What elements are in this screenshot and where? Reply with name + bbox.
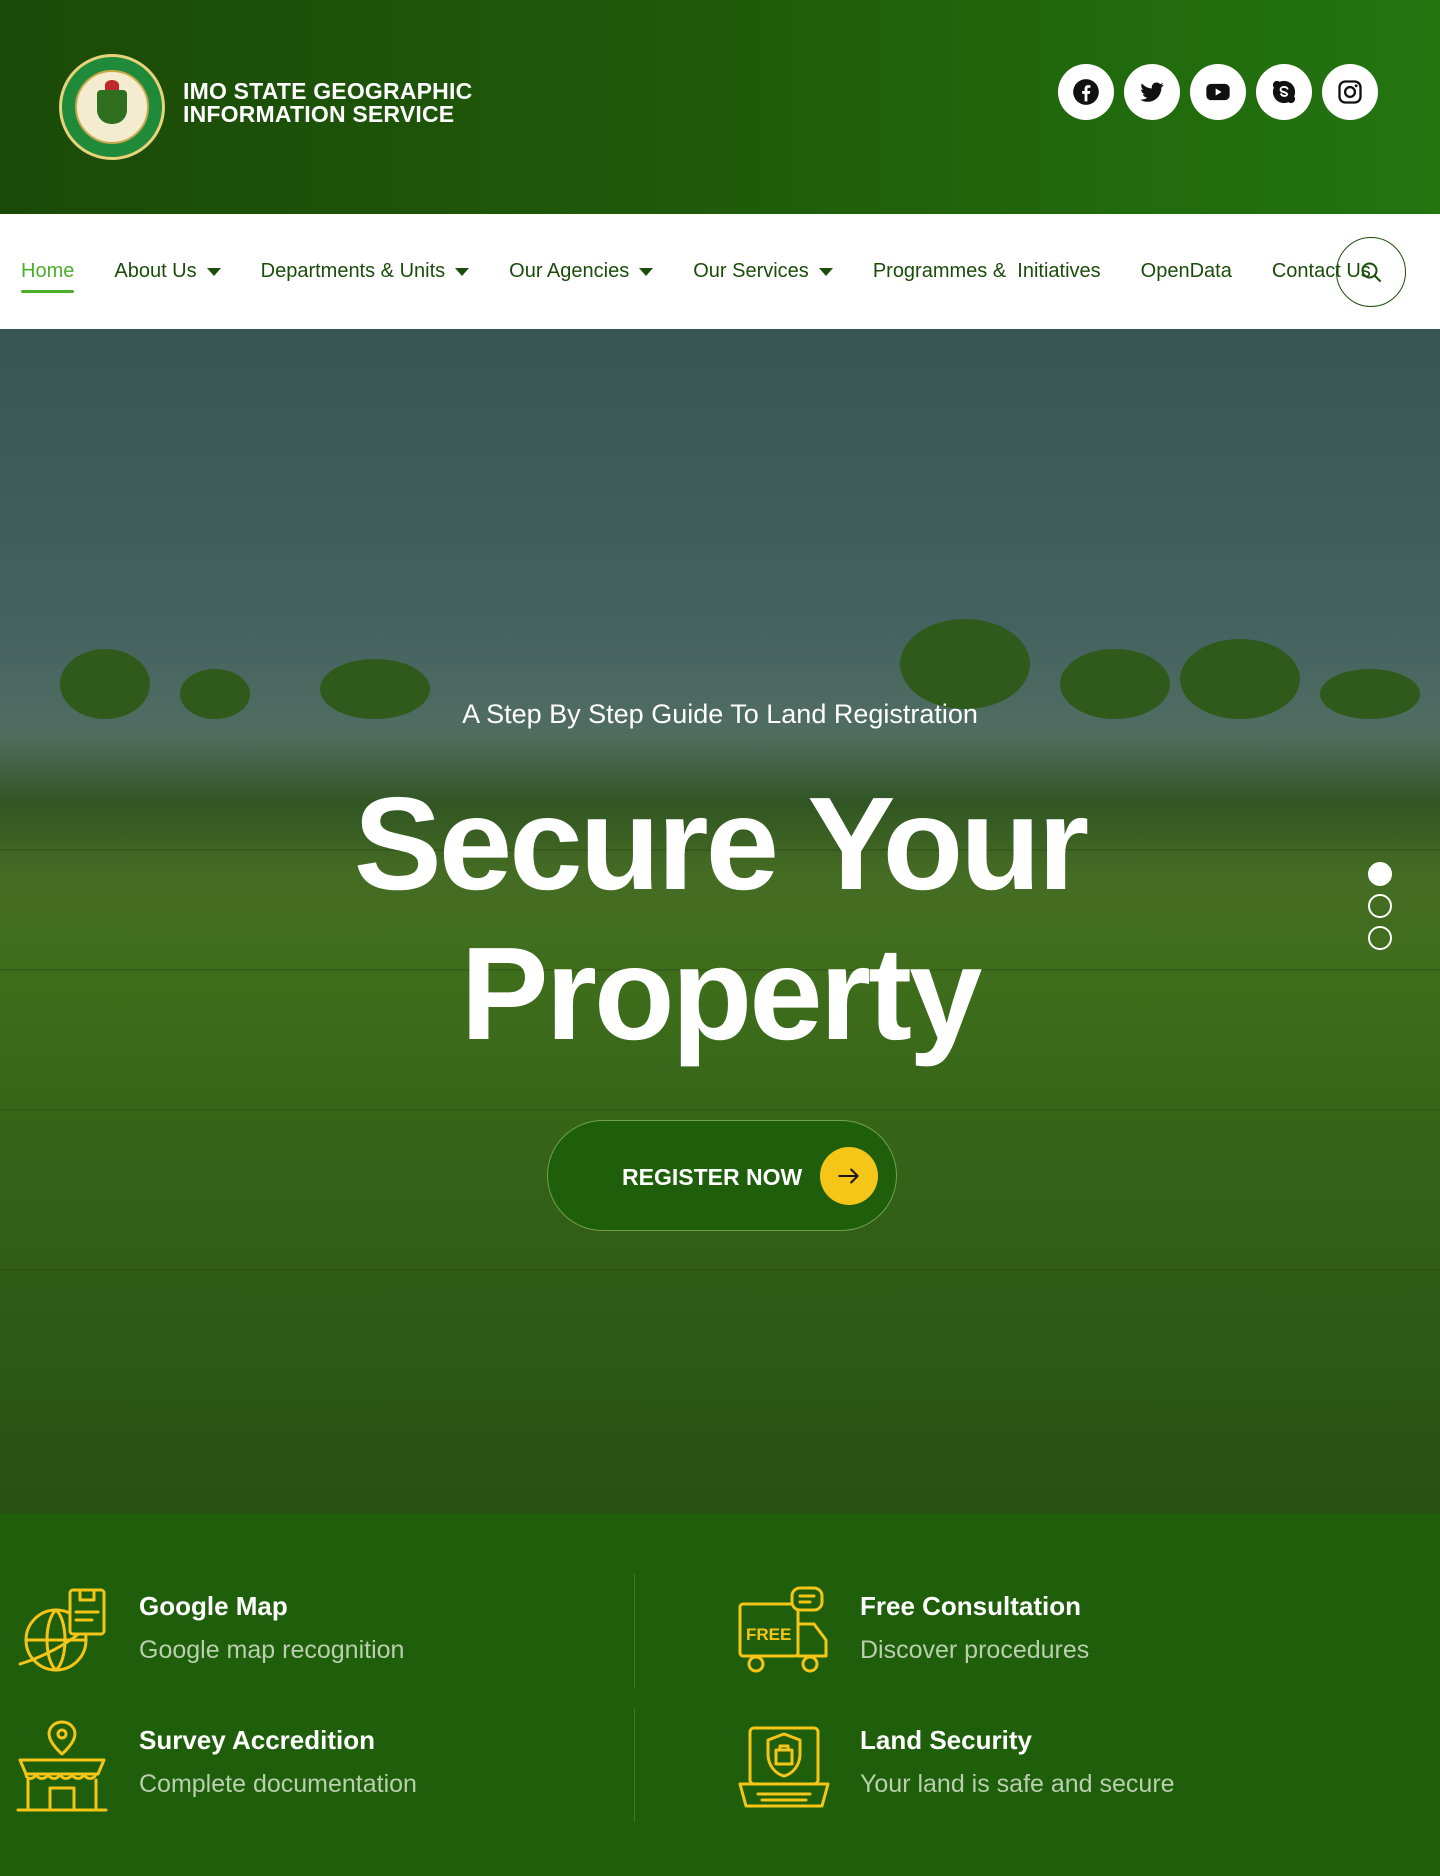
register-now-label: REGISTER NOW bbox=[622, 1164, 803, 1190]
feature-description: Google map recognition bbox=[139, 1636, 405, 1664]
search-icon bbox=[1361, 262, 1381, 282]
feature-title: Survey Accredition bbox=[139, 1725, 376, 1755]
caret-down-icon bbox=[639, 267, 654, 276]
free-truck-icon: FREE bbox=[738, 1586, 828, 1673]
slider-pagination bbox=[1368, 862, 1392, 958]
slide-dot-1[interactable] bbox=[1368, 862, 1392, 886]
site-title-line2: INFORMATION SERVICE bbox=[183, 101, 455, 127]
site-header: IMO STATE GEOGRAPHIC INFORMATION SERVICE bbox=[0, 0, 1440, 214]
hero-title-line2: Property bbox=[460, 920, 983, 1067]
facebook-icon[interactable] bbox=[1058, 64, 1114, 120]
nav-services-label: Our Services bbox=[693, 260, 809, 282]
nav-our-agencies[interactable]: Our Agencies bbox=[509, 260, 654, 283]
hero-title: Secure Your Property bbox=[0, 769, 1440, 1069]
laptop-shield-icon bbox=[738, 1726, 830, 1808]
register-now-button[interactable]: REGISTER NOW bbox=[547, 1120, 897, 1231]
nav-home-label: Home bbox=[21, 260, 75, 282]
nav-opendata-label: OpenData bbox=[1140, 260, 1232, 282]
search-button[interactable] bbox=[1336, 237, 1406, 307]
twitter-icon[interactable] bbox=[1124, 64, 1180, 120]
feature-title: Free Consultation bbox=[860, 1591, 1082, 1621]
tree-decoration bbox=[900, 619, 1030, 709]
nav-opendata[interactable]: OpenData bbox=[1141, 260, 1232, 283]
feature-divider bbox=[634, 1574, 635, 1688]
nav-about-us-label: About Us bbox=[114, 260, 197, 282]
nav-agencies-label: Our Agencies bbox=[509, 260, 630, 282]
hero-title-line1: Secure Your bbox=[353, 770, 1089, 917]
nav-about-us[interactable]: About Us bbox=[114, 260, 221, 283]
svg-text:FREE: FREE bbox=[746, 1625, 791, 1644]
nav-programmes-initiatives[interactable]: Programmes & Initiatives bbox=[873, 260, 1101, 283]
site-title-line1: IMO STATE GEOGRAPHIC bbox=[183, 78, 473, 104]
nav-departments-label: Departments & Units bbox=[260, 260, 446, 282]
nav-departments-units[interactable]: Departments & Units bbox=[261, 260, 470, 283]
nav-programmes-label: Programmes & Initiatives bbox=[872, 260, 1101, 282]
feature-title: Land Security bbox=[860, 1725, 1032, 1755]
youtube-icon[interactable] bbox=[1190, 64, 1246, 120]
field-row-decoration bbox=[0, 1109, 1440, 1111]
feature-description: Your land is safe and secure bbox=[860, 1770, 1175, 1798]
store-location-icon bbox=[16, 1720, 108, 1812]
globe-map-icon bbox=[18, 1588, 106, 1672]
nav-our-services[interactable]: Our Services bbox=[693, 260, 833, 283]
social-links bbox=[1058, 64, 1378, 120]
feature-divider bbox=[634, 1708, 635, 1822]
slide-dot-2[interactable] bbox=[1368, 894, 1392, 918]
main-nav: Home About Us Departments & Units Our Ag… bbox=[0, 214, 1440, 329]
government-seal-logo[interactable] bbox=[59, 54, 165, 160]
hero-subtitle: A Step By Step Guide To Land Registratio… bbox=[462, 699, 978, 729]
caret-down-icon bbox=[206, 267, 221, 276]
hero-slider: A Step By Step Guide To Land Registratio… bbox=[0, 329, 1440, 1514]
feature-description: Discover procedures bbox=[860, 1636, 1090, 1664]
features-section: Google Map Google map recognition FREE F… bbox=[0, 1514, 1440, 1876]
nav-home[interactable]: Home bbox=[21, 260, 75, 293]
arrow-right-icon bbox=[820, 1147, 878, 1205]
skype-icon[interactable] bbox=[1256, 64, 1312, 120]
caret-down-icon bbox=[818, 267, 833, 276]
caret-down-icon bbox=[455, 267, 470, 276]
site-title[interactable]: IMO STATE GEOGRAPHIC INFORMATION SERVICE bbox=[183, 80, 483, 126]
field-row-decoration bbox=[0, 1269, 1440, 1271]
instagram-icon[interactable] bbox=[1322, 64, 1378, 120]
feature-title: Google Map bbox=[139, 1591, 288, 1621]
slide-dot-3[interactable] bbox=[1368, 926, 1392, 950]
feature-description: Complete documentation bbox=[139, 1770, 417, 1798]
